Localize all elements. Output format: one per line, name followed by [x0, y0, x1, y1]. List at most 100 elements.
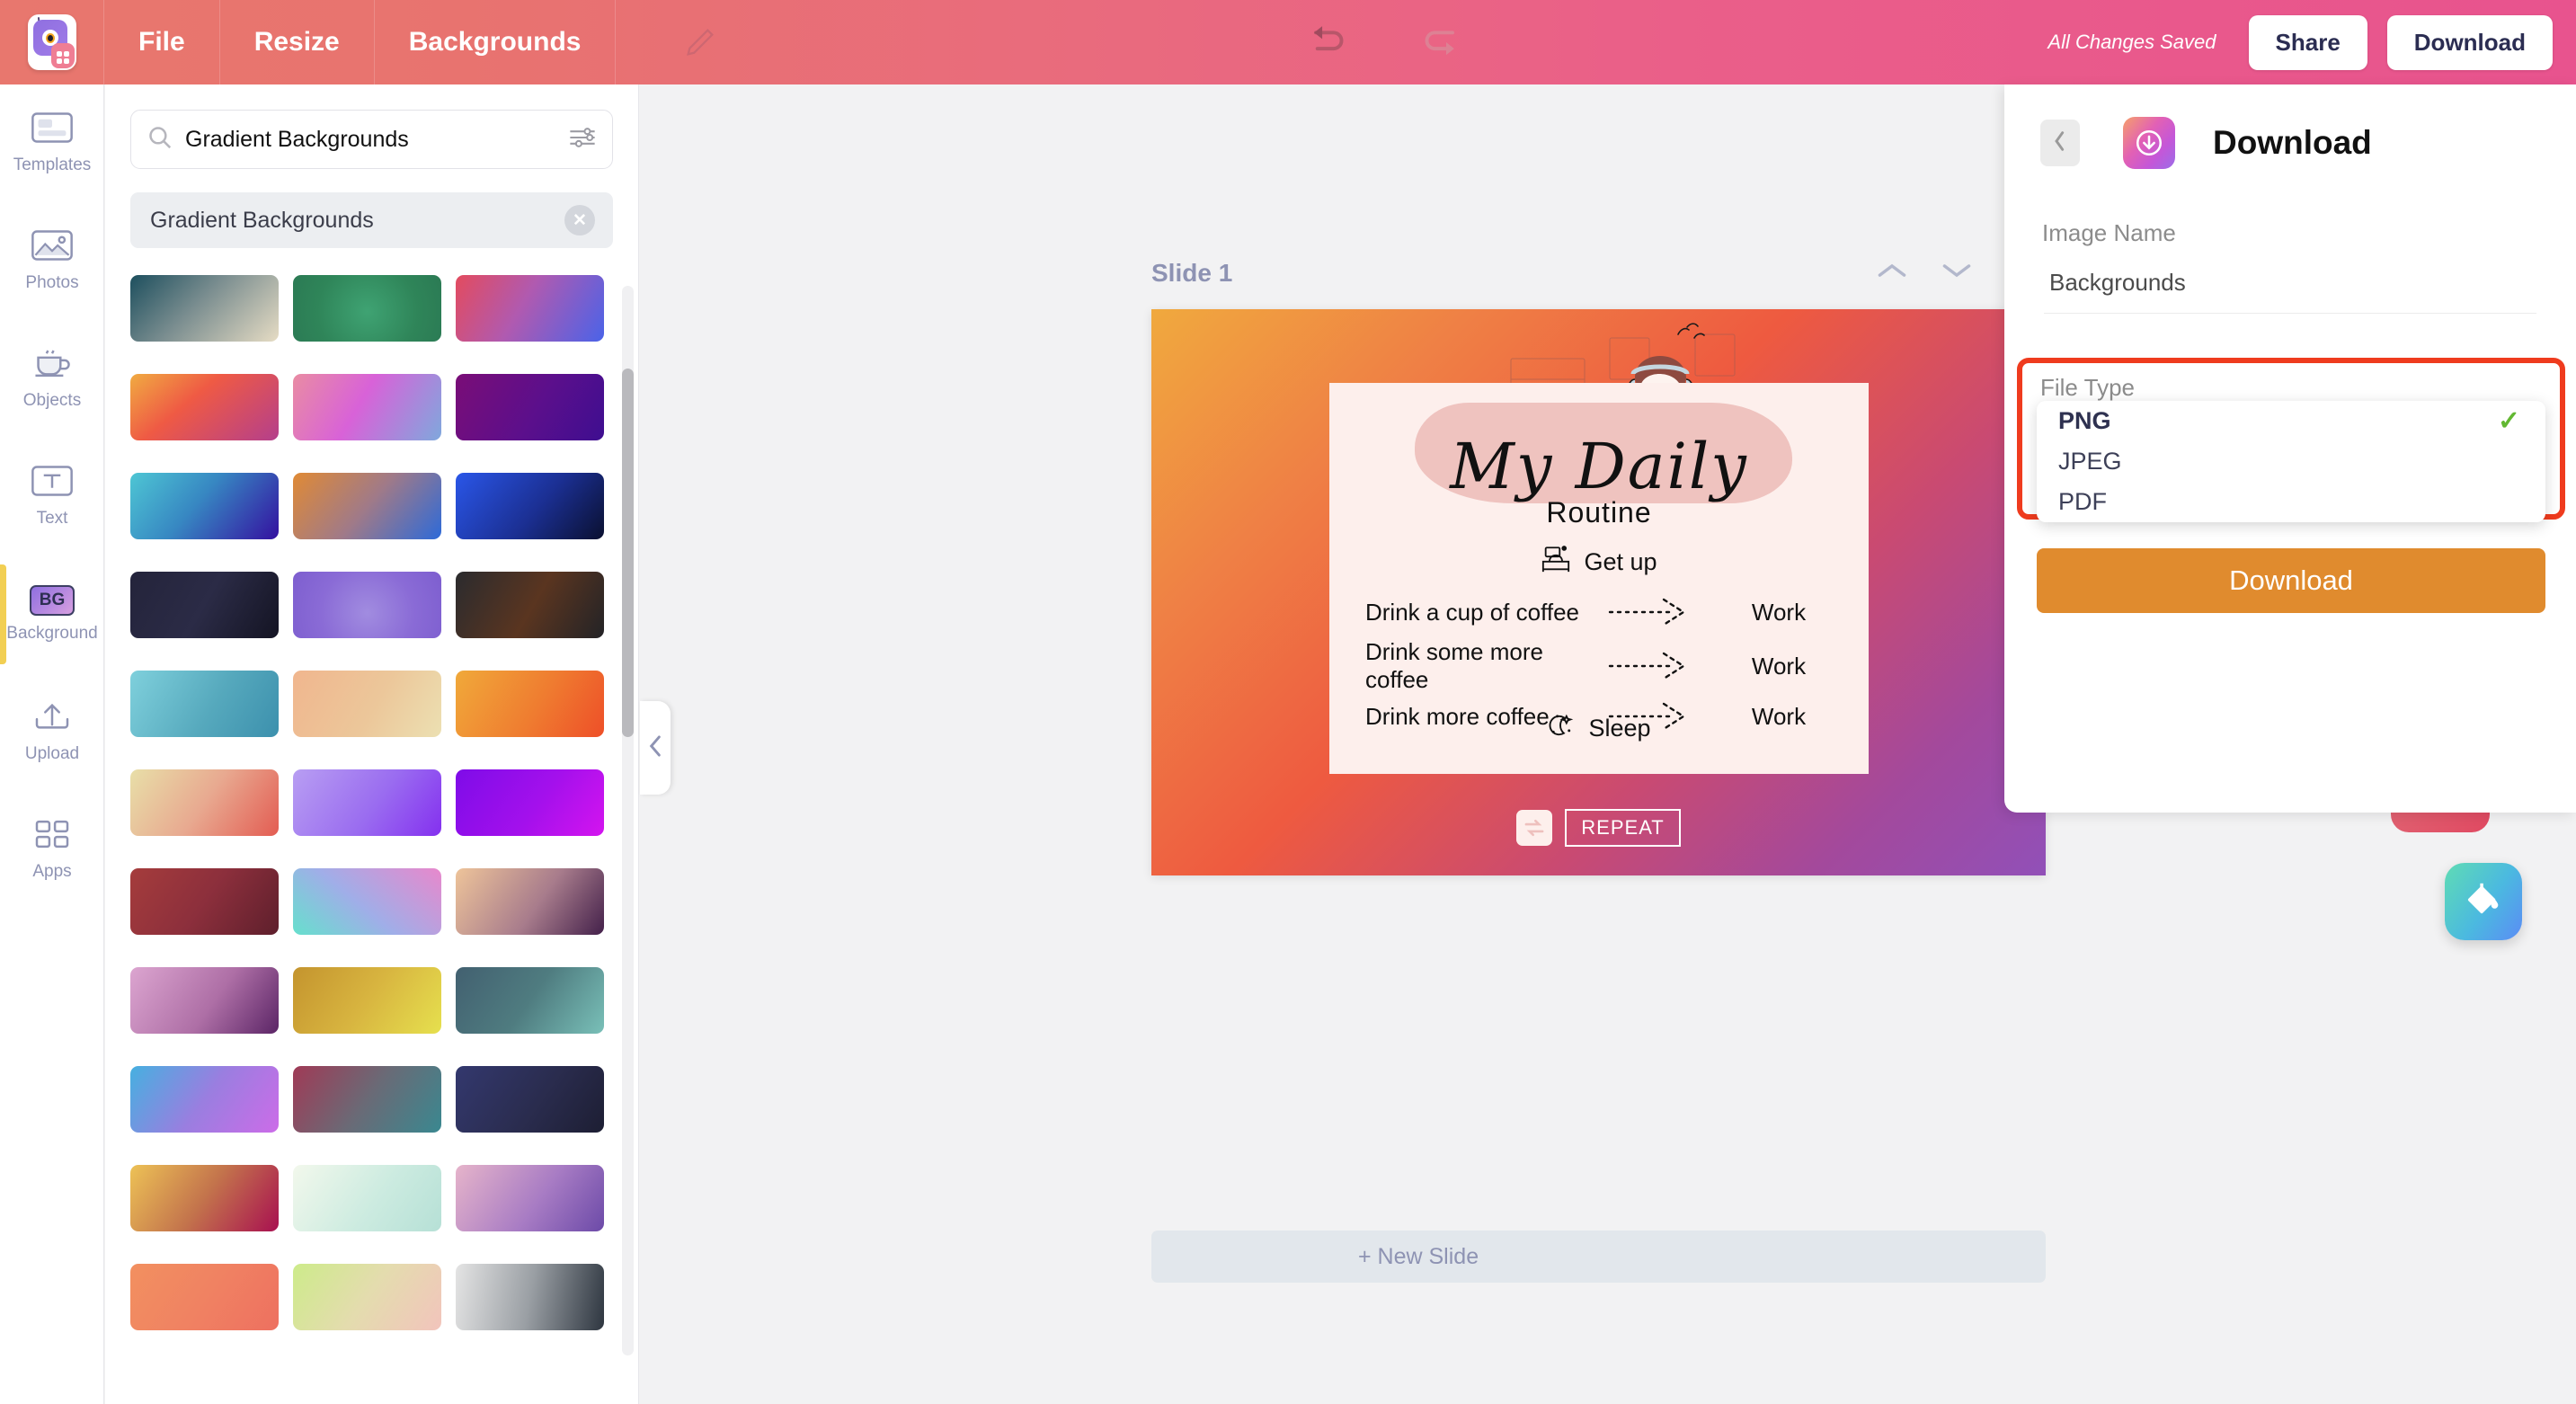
sidebar-item-upload[interactable]: Upload	[0, 673, 104, 791]
gradient-swatch-cell	[456, 868, 617, 967]
filter-chip-label: Gradient Backgrounds	[150, 207, 374, 233]
gradient-swatch[interactable]	[130, 572, 279, 638]
gradient-swatch[interactable]	[293, 572, 441, 638]
gradient-swatch[interactable]	[293, 473, 441, 539]
new-slide-label: + New Slide	[1358, 1243, 1479, 1269]
pencil-icon[interactable]	[680, 22, 720, 62]
gradient-swatch[interactable]	[293, 275, 441, 342]
sidebar-item-background-label: Background	[6, 624, 98, 643]
image-name-input[interactable]: Backgrounds	[2004, 247, 2576, 313]
download-circle-icon	[2123, 117, 2175, 169]
gradient-swatch[interactable]	[130, 868, 279, 935]
sidebar-item-objects[interactable]: Objects	[0, 320, 104, 438]
gradient-swatch[interactable]	[293, 1165, 441, 1231]
gradient-swatch[interactable]	[130, 1264, 279, 1330]
sidebar-item-photos[interactable]: Photos	[0, 202, 104, 320]
gradient-swatch-cell	[293, 1264, 455, 1363]
sidebar-item-templates[interactable]: Templates	[0, 84, 104, 202]
gradient-swatch[interactable]	[456, 769, 604, 836]
gradient-swatch[interactable]	[456, 572, 604, 638]
file-type-option-pdf[interactable]: PDF	[2037, 482, 2545, 522]
routine-row-result: Work	[1751, 598, 1807, 626]
gradient-swatch[interactable]	[456, 1066, 604, 1133]
sliders-icon[interactable]	[569, 125, 596, 155]
upload-icon	[31, 701, 74, 736]
gradient-swatch[interactable]	[456, 1264, 604, 1330]
gradient-swatch-cell	[293, 374, 455, 473]
gradient-swatch-cell	[293, 967, 455, 1066]
gradient-swatch[interactable]	[293, 967, 441, 1034]
menu-backgrounds-label: Backgrounds	[408, 27, 582, 57]
app-header: File Resize Backgrounds All Changes Save…	[0, 0, 2576, 84]
sidebar-item-background[interactable]: BG Background	[0, 555, 104, 673]
gradient-swatch-cell	[456, 769, 617, 868]
gradient-swatch[interactable]	[456, 671, 604, 737]
logo-tile	[27, 14, 76, 70]
gradient-swatch[interactable]	[130, 1165, 279, 1231]
gradient-swatch-cell	[130, 374, 292, 473]
move-slide-up-icon[interactable]	[1877, 261, 1907, 285]
menu-file[interactable]: File	[104, 0, 220, 84]
gradient-swatch[interactable]	[293, 1264, 441, 1330]
file-type-dropdown[interactable]: PNG ✓ JPEG PDF	[2037, 401, 2545, 522]
gradient-swatch[interactable]	[293, 868, 441, 935]
gradient-swatch[interactable]	[130, 769, 279, 836]
gradient-swatch[interactable]	[130, 967, 279, 1034]
sidebar-item-text[interactable]: Text	[0, 438, 104, 555]
file-type-label: File Type	[2040, 374, 2136, 401]
gradient-swatch[interactable]	[456, 374, 604, 440]
download-panel-header: Download	[2004, 84, 2576, 169]
menu-backgrounds[interactable]: Backgrounds	[375, 0, 617, 84]
routine-wake-label: Get up	[1584, 548, 1657, 575]
file-type-option-label: PNG	[2058, 407, 2111, 434]
search-input[interactable]	[185, 126, 556, 153]
gradient-swatch[interactable]	[456, 868, 604, 935]
new-slide-button[interactable]: + New Slide	[1151, 1231, 2046, 1283]
repeat-label: REPEAT	[1565, 809, 1681, 847]
gradient-swatch[interactable]	[130, 671, 279, 737]
menu-resize[interactable]: Resize	[220, 0, 375, 84]
gradient-swatch[interactable]	[130, 374, 279, 440]
gradient-swatch[interactable]	[456, 473, 604, 539]
download-confirm-button[interactable]: Download	[2037, 548, 2545, 613]
gradient-swatch-grid	[130, 275, 616, 1404]
share-button[interactable]: Share	[2248, 14, 2367, 70]
collapse-panel-handle[interactable]	[640, 701, 671, 795]
redo-icon[interactable]	[1413, 17, 1463, 67]
panel-scrollbar-thumb[interactable]	[622, 369, 634, 737]
filter-chip-gradient-backgrounds[interactable]: Gradient Backgrounds ✕	[130, 192, 613, 248]
gradient-swatch-cell	[293, 868, 455, 967]
app-logo[interactable]	[0, 0, 104, 84]
gradient-swatch[interactable]	[456, 1165, 604, 1231]
gradient-swatch-cell	[456, 275, 617, 374]
paint-bucket-fab[interactable]	[2445, 863, 2522, 940]
gradient-swatch[interactable]	[293, 769, 441, 836]
dotted-arrow-icon	[1590, 648, 1725, 684]
gradient-swatch[interactable]	[293, 1066, 441, 1133]
gradient-swatch[interactable]	[130, 275, 279, 342]
move-slide-down-icon[interactable]	[1941, 261, 1972, 285]
sidebar-item-apps[interactable]: Apps	[0, 791, 104, 909]
gradient-swatch-cell	[130, 275, 292, 374]
routine-sleep-label: Sleep	[1588, 715, 1651, 742]
gradient-swatch-cell	[130, 1066, 292, 1165]
gradient-swatch[interactable]	[456, 967, 604, 1034]
routine-row-task: Drink a cup of coffee	[1365, 598, 1579, 626]
gradient-swatch-cell	[130, 868, 292, 967]
back-button[interactable]	[2040, 120, 2080, 166]
close-icon[interactable]: ✕	[564, 205, 595, 235]
gradient-swatch[interactable]	[130, 473, 279, 539]
file-type-option-png[interactable]: PNG ✓	[2037, 401, 2545, 441]
gradient-swatch-cell	[130, 1165, 292, 1264]
paint-bucket-icon	[2463, 879, 2504, 925]
slide-canvas[interactable]: My Daily Routine Get up Drink a cup of c…	[1151, 309, 2046, 875]
file-type-option-jpeg[interactable]: JPEG	[2037, 441, 2545, 482]
gradient-swatch[interactable]	[293, 374, 441, 440]
gradient-swatch[interactable]	[130, 1066, 279, 1133]
gradient-swatch[interactable]	[456, 275, 604, 342]
gradient-swatch[interactable]	[293, 671, 441, 737]
undo-icon[interactable]	[1305, 17, 1355, 67]
bed-icon	[1541, 545, 1571, 580]
download-button[interactable]: Download	[2386, 14, 2553, 70]
search-bar[interactable]	[130, 110, 613, 169]
